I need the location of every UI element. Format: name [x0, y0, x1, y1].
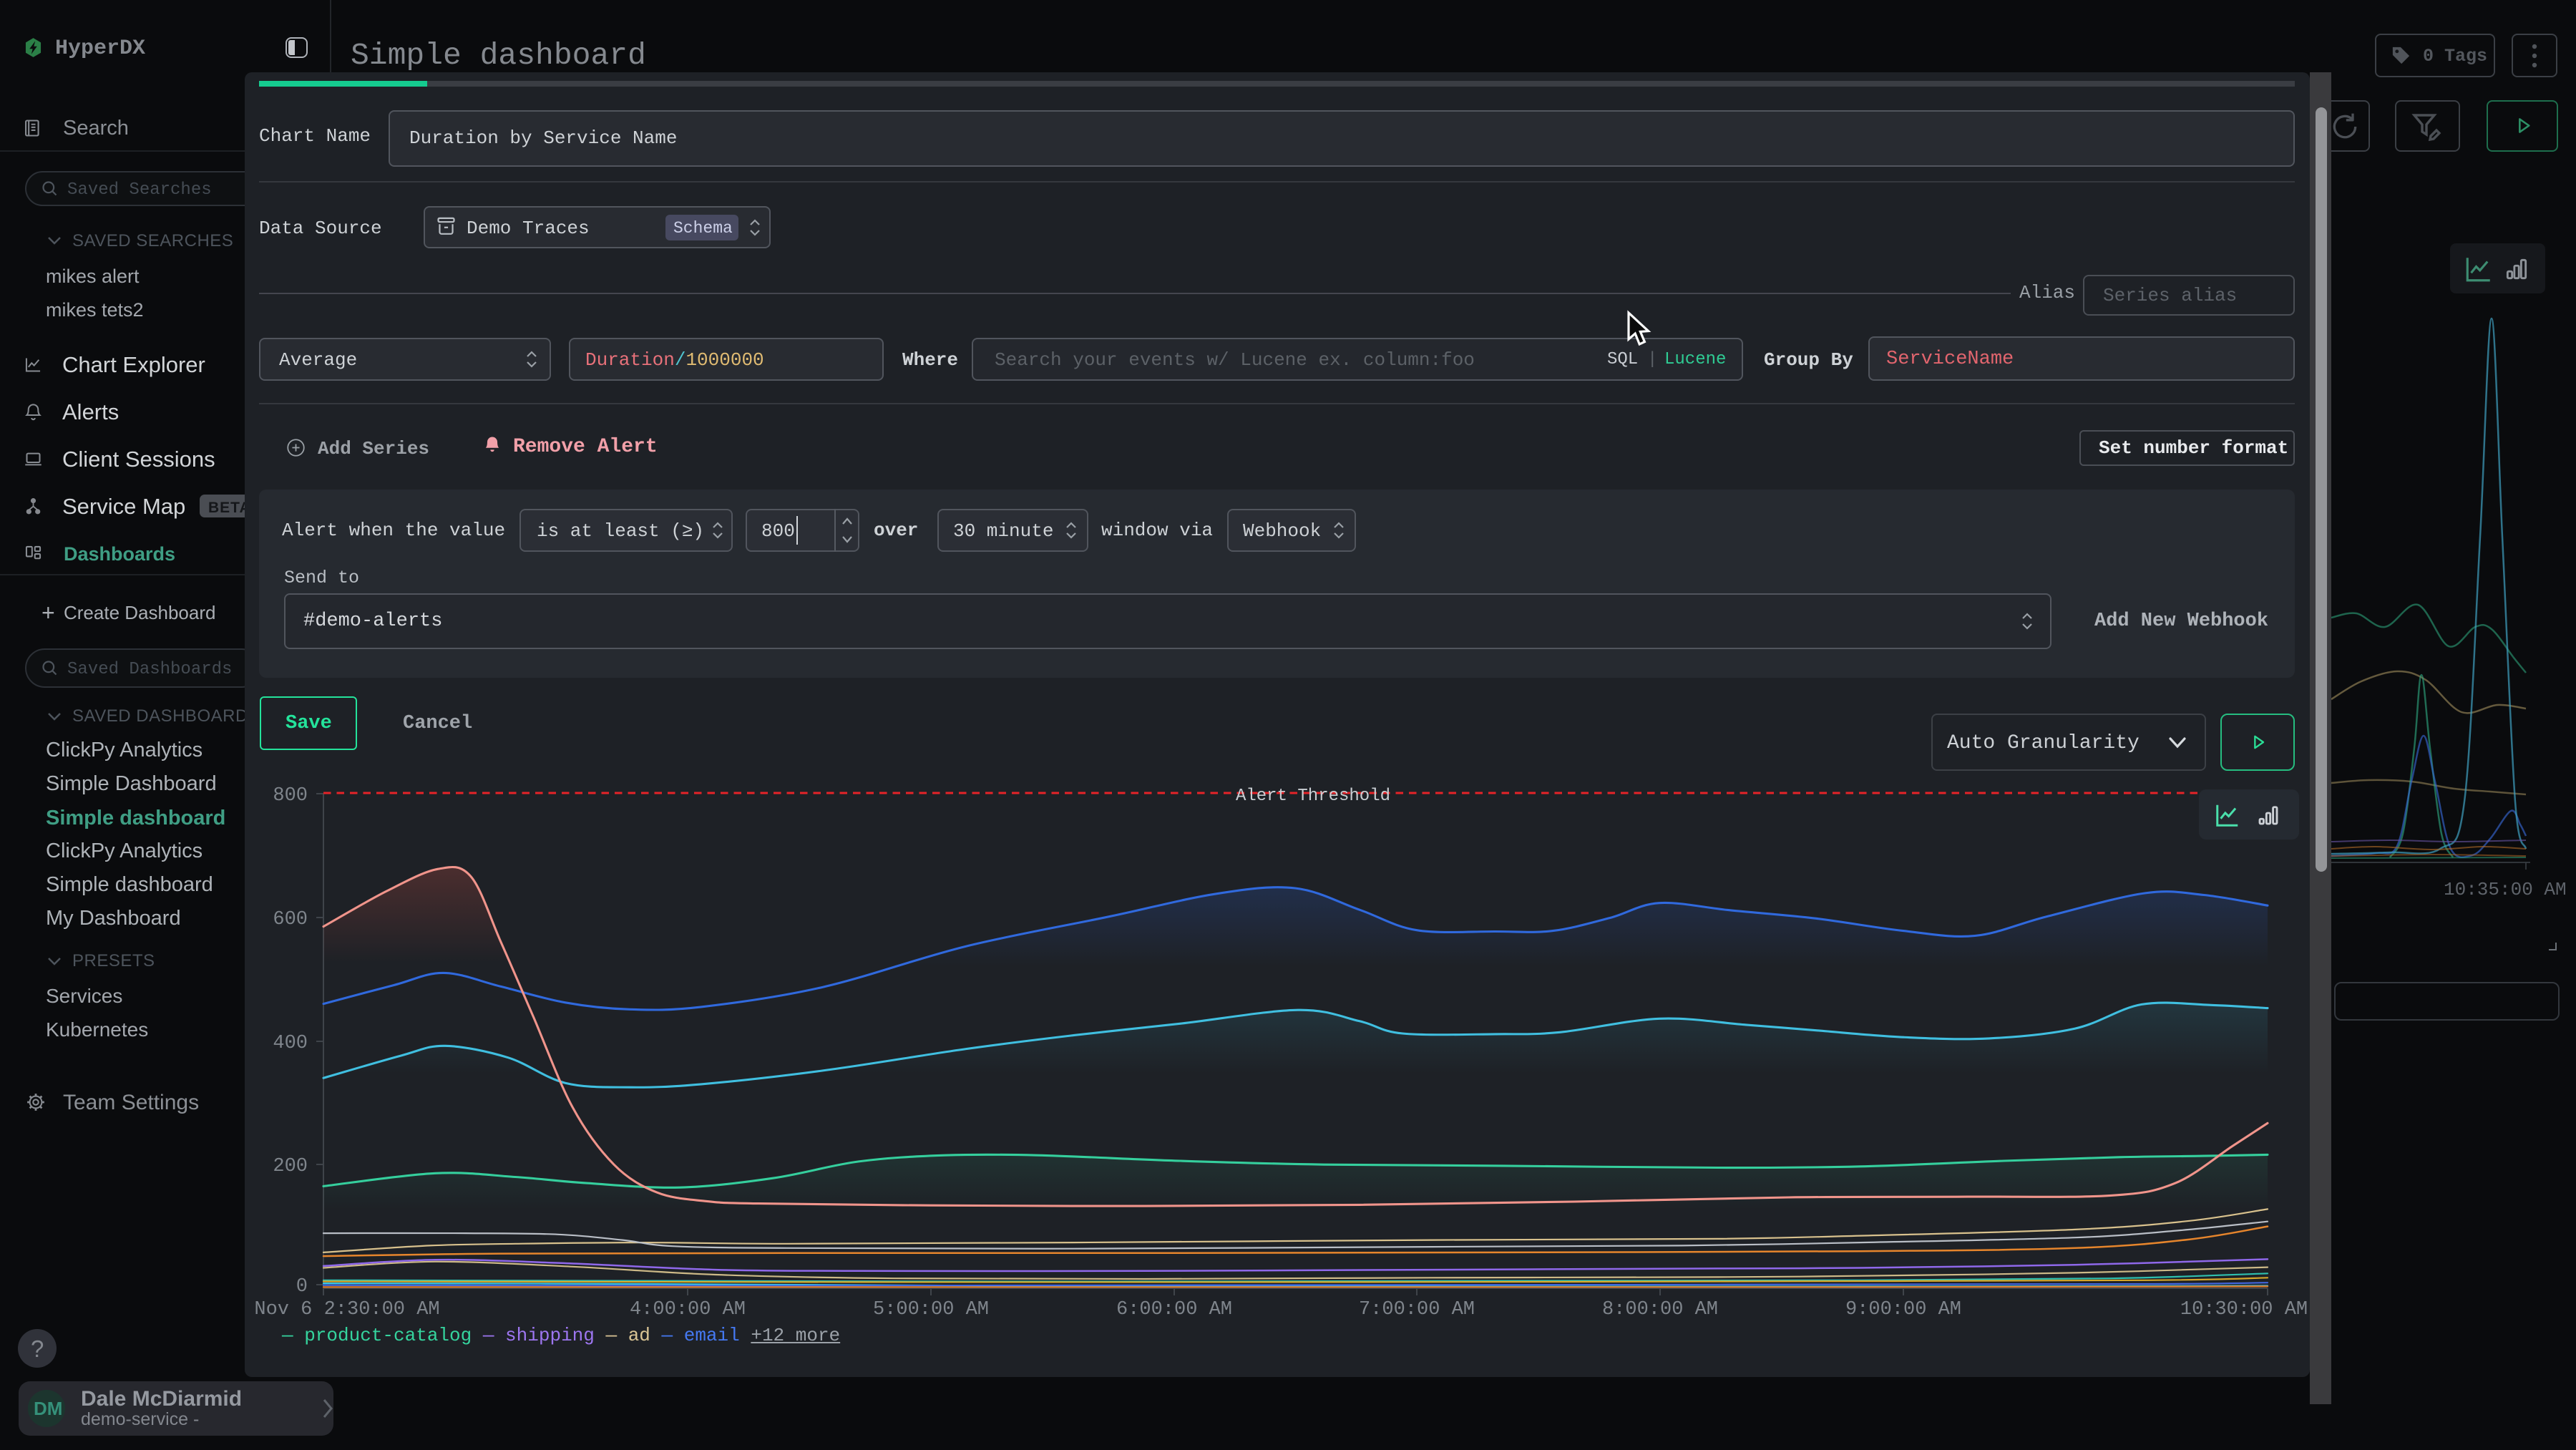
svg-text:Nov 6 2:30:00 AM: Nov 6 2:30:00 AM	[254, 1299, 439, 1320]
svg-text:0: 0	[296, 1276, 308, 1298]
svg-text:400: 400	[273, 1033, 308, 1054]
svg-text:9:00:00 AM: 9:00:00 AM	[1845, 1299, 1961, 1320]
svg-text:Alert Threshold: Alert Threshold	[1236, 787, 1390, 806]
svg-text:10:30:00 AM: 10:30:00 AM	[2180, 1299, 2308, 1320]
svg-text:8:00:00 AM: 8:00:00 AM	[1602, 1299, 1718, 1320]
svg-text:7:00:00 AM: 7:00:00 AM	[1359, 1299, 1475, 1320]
svg-text:4:00:00 AM: 4:00:00 AM	[630, 1299, 746, 1320]
svg-text:200: 200	[273, 1156, 308, 1177]
svg-text:5:00:00 AM: 5:00:00 AM	[873, 1299, 989, 1320]
svg-text:600: 600	[273, 909, 308, 930]
svg-text:800: 800	[273, 785, 308, 807]
svg-text:6:00:00 AM: 6:00:00 AM	[1116, 1299, 1232, 1320]
